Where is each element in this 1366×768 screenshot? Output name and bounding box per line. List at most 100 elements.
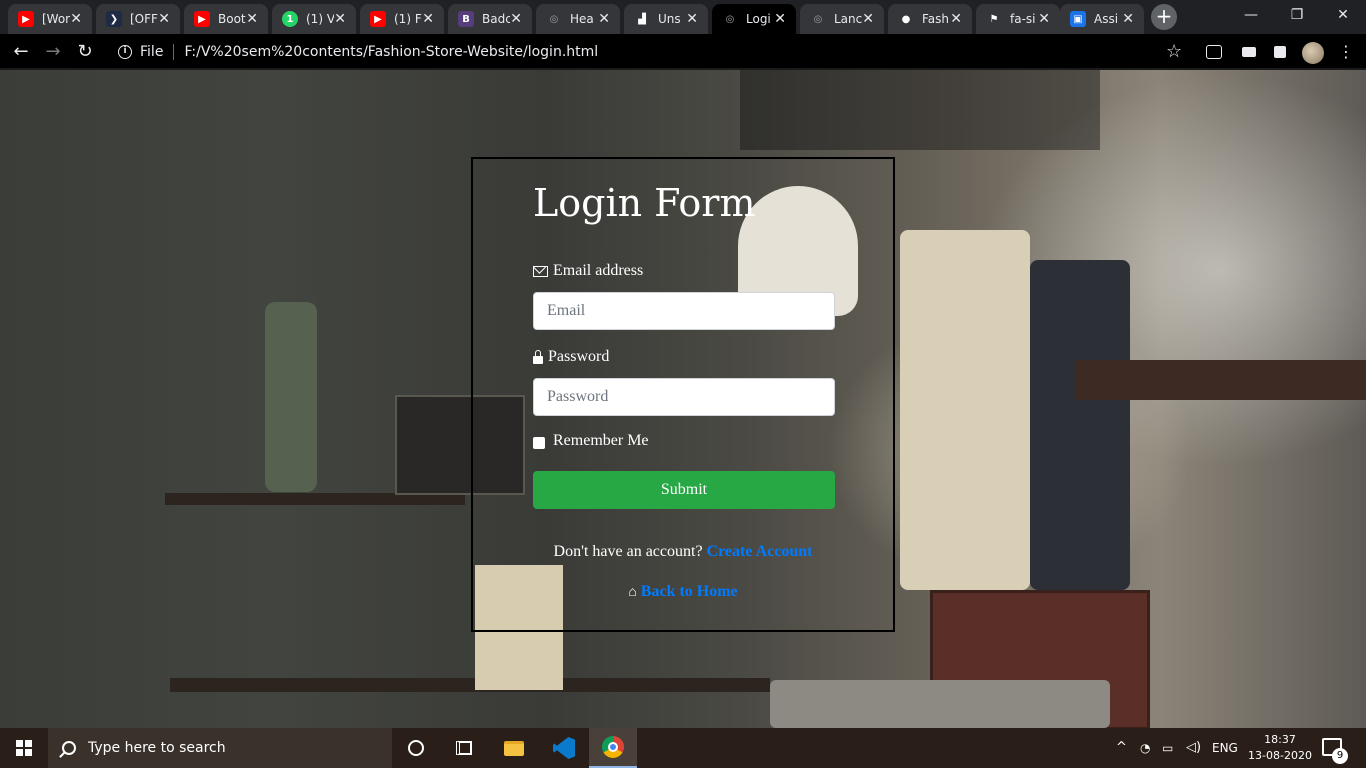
close-tab-icon[interactable]: ✕ bbox=[70, 11, 82, 27]
language-indicator[interactable]: ENG bbox=[1212, 728, 1238, 768]
close-tab-icon[interactable]: ✕ bbox=[1122, 11, 1134, 27]
taskbar-search[interactable]: Type here to search bbox=[48, 728, 392, 768]
bootstrap-icon: B bbox=[458, 11, 474, 27]
browser-tab[interactable]: ▣ Assi ✕ bbox=[1060, 4, 1144, 34]
tab-title: fa-si bbox=[1010, 12, 1036, 26]
notification-badge: 9 bbox=[1332, 748, 1348, 764]
tab-title: Assi bbox=[1094, 12, 1119, 26]
home-icon: ⌂ bbox=[628, 585, 637, 600]
tab-title: (1) V bbox=[306, 12, 334, 26]
extension-icon[interactable] bbox=[1206, 45, 1222, 59]
back-to-home-link[interactable]: Back to Home bbox=[641, 583, 738, 600]
puzzle-icon[interactable] bbox=[1271, 43, 1289, 61]
background-shelf bbox=[170, 678, 770, 692]
email-label: Email address bbox=[533, 262, 643, 280]
background-thermos bbox=[265, 302, 317, 492]
vscode-button[interactable] bbox=[540, 728, 588, 768]
new-tab-button[interactable]: + bbox=[1151, 4, 1177, 30]
browser-tab[interactable]: ▶ [Wor ✕ bbox=[8, 4, 92, 34]
password-field[interactable] bbox=[533, 378, 835, 416]
chrome-button[interactable] bbox=[589, 728, 637, 768]
close-tab-icon[interactable]: ✕ bbox=[686, 11, 698, 27]
clock[interactable]: 18:37 13-08-2020 bbox=[1244, 732, 1316, 764]
tab-title: [Wor bbox=[42, 12, 70, 26]
minimize-button[interactable]: — bbox=[1228, 0, 1274, 32]
reload-button[interactable]: ↻ bbox=[72, 39, 98, 65]
cortana-icon bbox=[408, 740, 424, 756]
browser-tab[interactable]: ● Fash ✕ bbox=[888, 4, 972, 34]
login-form: Login Form Email address Password Rememb… bbox=[471, 157, 895, 632]
close-tab-icon[interactable]: ✕ bbox=[334, 11, 346, 27]
file-explorer-button[interactable] bbox=[490, 728, 538, 768]
close-tab-icon[interactable]: ✕ bbox=[158, 11, 170, 27]
browser-tab[interactable]: ▶ Boot ✕ bbox=[184, 4, 268, 34]
search-icon bbox=[62, 741, 76, 755]
background-photo-wheels bbox=[740, 70, 1100, 150]
tab-title: [OFF bbox=[130, 12, 158, 26]
email-field[interactable] bbox=[533, 292, 835, 330]
windows-icon bbox=[16, 740, 32, 756]
info-icon[interactable]: i bbox=[118, 45, 132, 59]
clock-date: 13-08-2020 bbox=[1248, 749, 1312, 762]
close-tab-icon[interactable]: ✕ bbox=[246, 11, 258, 27]
browser-tab[interactable]: ◎ Hea ✕ bbox=[536, 4, 620, 34]
youtube-icon: ▶ bbox=[370, 11, 386, 27]
chrome-icon bbox=[602, 736, 624, 758]
remember-me-label[interactable]: Remember Me bbox=[553, 432, 649, 450]
cortana-button[interactable] bbox=[392, 728, 440, 768]
address-divider bbox=[173, 44, 175, 60]
back-button[interactable]: ← bbox=[8, 39, 34, 65]
close-tab-icon[interactable]: ✕ bbox=[774, 11, 786, 27]
remember-me-checkbox[interactable] bbox=[533, 437, 545, 449]
browser-tab[interactable]: ❯ [OFF ✕ bbox=[96, 4, 180, 34]
close-tab-icon[interactable]: ✕ bbox=[1038, 11, 1050, 27]
close-tab-icon[interactable]: ✕ bbox=[598, 11, 610, 27]
restore-button[interactable]: ❐ bbox=[1274, 0, 1320, 32]
person-icon: ▣ bbox=[1070, 11, 1086, 27]
volume-icon[interactable]: ◁) bbox=[1186, 728, 1201, 768]
flag-icon: ⚑ bbox=[989, 13, 999, 25]
close-tab-icon[interactable]: ✕ bbox=[422, 11, 434, 27]
menu-icon[interactable]: ⋮ bbox=[1338, 41, 1354, 63]
address-bar[interactable]: i File F:/V%20sem%20contents/Fashion-Sto… bbox=[110, 38, 1202, 66]
tab-title: (1) F bbox=[394, 12, 422, 26]
profile-avatar[interactable] bbox=[1302, 42, 1324, 64]
close-tab-icon[interactable]: ✕ bbox=[510, 11, 522, 27]
lock-icon bbox=[533, 349, 543, 364]
page-viewport: Login Form Email address Password Rememb… bbox=[0, 70, 1366, 728]
tray-overflow-icon[interactable]: ^ bbox=[1116, 728, 1127, 768]
globe-icon: ◎ bbox=[725, 13, 735, 25]
browser-tab[interactable]: ▶ (1) F ✕ bbox=[360, 4, 444, 34]
chevron-icon: ❯ bbox=[106, 11, 122, 27]
close-window-button[interactable]: ✕ bbox=[1320, 0, 1366, 32]
tab-title: Boot bbox=[218, 12, 246, 26]
browser-tab[interactable]: ⚑ fa-si ✕ bbox=[976, 4, 1060, 34]
tab-title: Logi bbox=[746, 12, 771, 26]
create-account-link[interactable]: Create Account bbox=[707, 543, 813, 560]
background-dark-shirt bbox=[1030, 260, 1130, 590]
close-tab-icon[interactable]: ✕ bbox=[950, 11, 962, 27]
start-button[interactable] bbox=[0, 728, 48, 768]
close-tab-icon[interactable]: ✕ bbox=[862, 11, 874, 27]
browser-tab[interactable]: ◎ Lanc ✕ bbox=[800, 4, 884, 34]
browser-tab[interactable]: ▟ Uns ✕ bbox=[624, 4, 708, 34]
folder-icon bbox=[504, 740, 524, 756]
battery-icon[interactable]: ▭ bbox=[1162, 728, 1173, 768]
password-label-text: Password bbox=[548, 348, 610, 365]
task-view-button[interactable] bbox=[440, 728, 488, 768]
browser-toolbar: ← → ↻ i File F:/V%20sem%20contents/Fashi… bbox=[0, 34, 1366, 70]
tab-strip: ▶ [Wor ✕ ❯ [OFF ✕ ▶ Boot ✕ 1 (1) V ✕ ▶ (… bbox=[0, 0, 1366, 34]
network-icon[interactable]: ◔ bbox=[1140, 728, 1150, 768]
bookmark-star-icon[interactable]: ☆ bbox=[1166, 42, 1182, 62]
background-sink bbox=[770, 680, 1110, 728]
submit-button[interactable]: Submit bbox=[533, 471, 835, 509]
forward-button[interactable]: → bbox=[40, 39, 66, 65]
browser-tab[interactable]: 1 (1) V ✕ bbox=[272, 4, 356, 34]
browser-tab-active[interactable]: ◎ Logi ✕ bbox=[712, 4, 796, 34]
camera-icon[interactable] bbox=[1240, 43, 1258, 61]
task-view-icon bbox=[456, 741, 472, 755]
github-icon: ● bbox=[901, 13, 911, 25]
envelope-icon bbox=[533, 265, 548, 277]
address-url[interactable]: F:/V%20sem%20contents/Fashion-Store-Webs… bbox=[184, 44, 598, 60]
browser-tab[interactable]: B Badc ✕ bbox=[448, 4, 532, 34]
